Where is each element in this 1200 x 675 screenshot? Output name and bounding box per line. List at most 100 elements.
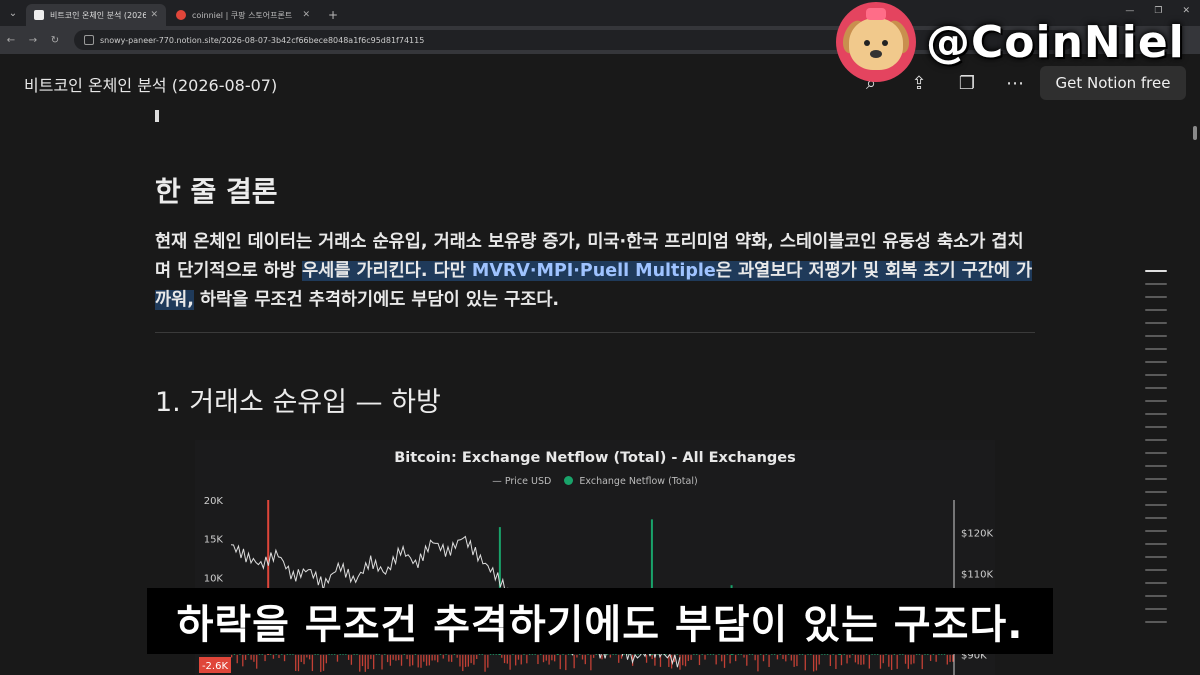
netflow-bar [425,654,428,666]
page-title: 비트코인 온체인 분석 (2026-08-07) [24,76,278,95]
netflow-bar [506,654,508,664]
netflow-bar [762,654,765,662]
toc-mark[interactable] [1145,361,1167,363]
indicator-link[interactable]: MVRV·MPI·Puell Multiple [472,261,716,281]
netflow-bar [754,654,756,661]
tab-notion-page[interactable]: 비트코인 온체인 분석 (2026-08 ✕ [26,4,166,26]
netflow-bar [423,654,425,662]
toc-mark[interactable] [1145,283,1167,285]
netflow-bar [690,654,692,660]
netflow-bar [442,654,444,659]
page-scrollbar[interactable] [1190,112,1200,675]
tab-search-chevron-icon[interactable]: ⌄ [0,0,26,26]
toc-mark[interactable] [1145,504,1167,506]
toc-mark[interactable] [1145,530,1167,532]
tab-coupang-storefront[interactable]: coinniel | 쿠팡 스토어프론트 ✕ [168,4,318,26]
netflow-bar [835,654,837,670]
netflow-bar [882,654,884,664]
netflow-bar [347,654,350,660]
toc-mark[interactable] [1145,426,1167,428]
toc-mark[interactable] [1145,322,1167,324]
toc-mark[interactable] [1145,296,1167,298]
netflow-bar [359,654,361,672]
toc-mark[interactable] [1145,608,1167,610]
netflow-bar [231,654,233,658]
netflow-bar [272,654,275,659]
scrollbar-thumb[interactable] [1193,126,1197,140]
summary-heading: 한 줄 결론 [155,175,278,208]
toc-mark[interactable] [1145,491,1167,493]
netflow-bar [593,654,595,658]
netflow-bar [946,654,948,665]
netflow-bar [253,654,255,662]
toc-mark[interactable] [1145,387,1167,389]
netflow-bar [456,654,458,658]
toc-mark[interactable] [1145,413,1167,415]
netflow-bar [283,654,286,662]
netflow-bar [846,654,848,664]
netflow-bar [264,654,266,662]
netflow-bar [793,654,795,667]
netflow-bar [921,654,923,670]
netflow-bar [420,654,422,668]
netflow-bar [782,654,784,660]
new-tab-button[interactable]: + [320,4,346,26]
netflow-bar [303,654,305,665]
netflow-bar [256,654,258,669]
netflow-bar [389,654,392,666]
toc-mark[interactable] [1145,543,1167,545]
netflow-bar [484,654,486,672]
netflow-bar [448,654,450,662]
table-of-contents-marks[interactable] [1145,270,1167,634]
toc-mark[interactable] [1145,569,1167,571]
text-cursor [155,110,159,122]
toc-mark[interactable] [1145,309,1167,311]
netflow-bar [242,654,244,667]
toc-mark[interactable] [1145,621,1167,623]
toc-mark[interactable] [1145,348,1167,350]
chart-title: Bitcoin: Exchange Netflow (Total) - All … [394,450,796,466]
netflow-bar [746,654,748,666]
toc-mark[interactable] [1145,582,1167,584]
site-info-icon[interactable] [84,35,94,45]
netflow-bar [704,654,706,660]
y-left-tick-label: 15K [204,535,224,546]
toc-mark[interactable] [1145,439,1167,441]
toc-mark[interactable] [1145,400,1167,402]
netflow-bar [417,654,419,668]
netflow-bar [721,654,723,662]
toc-mark[interactable] [1145,452,1167,454]
netflow-bar [250,654,252,660]
toc-mark[interactable] [1145,556,1167,558]
netflow-bar [325,654,327,664]
netflow-bar [757,654,759,672]
netflow-bar [776,654,779,660]
netflow-bar [350,654,353,665]
legend-price-label: Price USD [504,476,552,487]
netflow-bar [609,654,612,658]
netflow-bar [790,654,793,661]
netflow-bar [300,654,302,662]
netflow-bar [863,654,865,665]
netflow-bar [684,654,687,667]
toc-mark[interactable] [1145,517,1167,519]
netflow-bar [854,654,857,663]
netflow-bar [487,654,489,668]
netflow-bar [573,654,575,669]
toc-mark[interactable] [1145,374,1167,376]
netflow-bar [952,654,954,662]
close-tab-icon[interactable]: ✕ [302,10,310,20]
netflow-bar [428,654,431,666]
close-tab-icon[interactable]: ✕ [150,10,158,20]
netflow-bar [409,654,411,667]
toc-mark[interactable] [1145,465,1167,467]
toc-mark[interactable] [1145,335,1167,337]
back-arrow-icon[interactable]: ← [0,35,22,46]
forward-arrow-icon[interactable]: → [22,35,44,46]
toc-mark[interactable] [1145,478,1167,480]
toc-mark[interactable] [1145,595,1167,597]
netflow-bar [470,654,472,664]
netflow-bar [400,654,403,666]
toc-mark[interactable] [1145,270,1167,272]
reload-icon[interactable]: ↻ [44,35,66,46]
